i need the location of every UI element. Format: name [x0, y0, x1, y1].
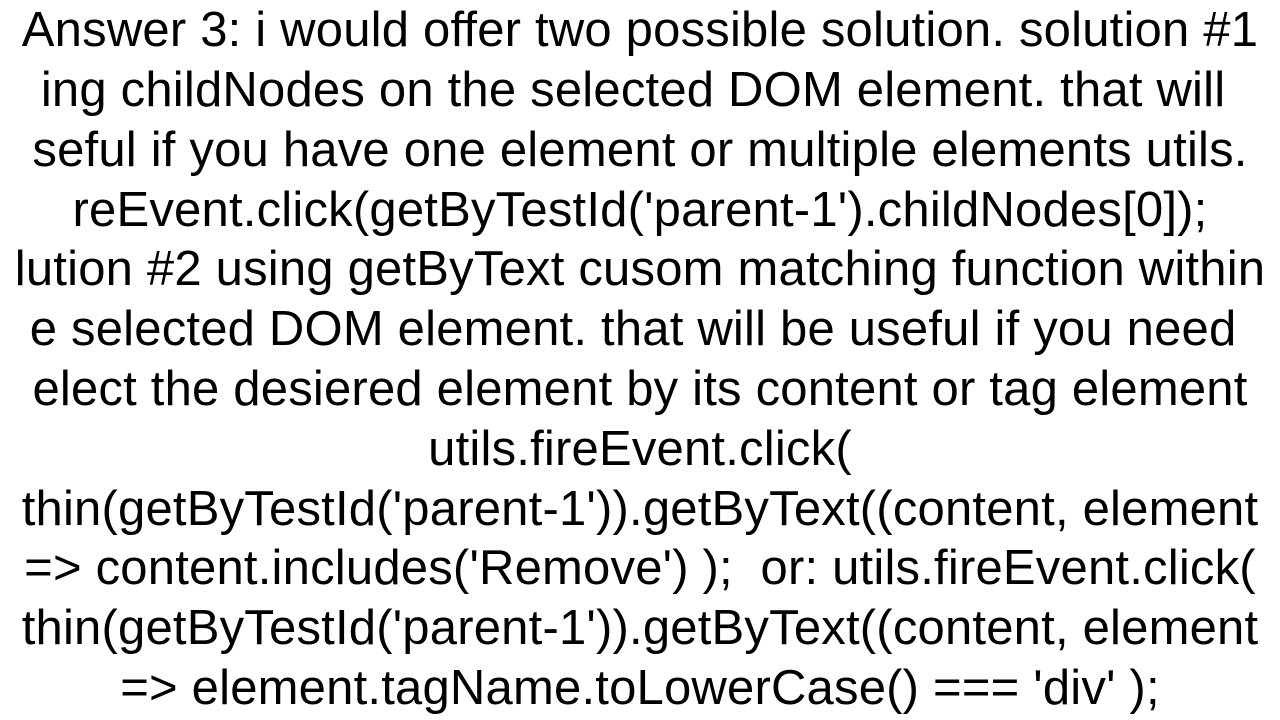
answer-line: reEvent.click(getByTestId('parent-1').ch… — [73, 183, 1208, 237]
answer-line: ing childNodes on the selected DOM eleme… — [41, 63, 1239, 117]
answer-line: Answer 3: i would offer two possible sol… — [22, 3, 1258, 57]
answer-line: thin(getByTestId('parent-1')).getByText(… — [22, 482, 1259, 536]
answer-line: seful if you have one element or multipl… — [32, 123, 1247, 177]
answer-text-block: Answer 3: i would offer two possible sol… — [0, 1, 1280, 718]
answer-line: lution #2 using getByText cusom matching… — [15, 242, 1265, 296]
answer-line: => content.includes('Remove') ); or: uti… — [24, 541, 1256, 595]
answer-line: e selected DOM element. that will be use… — [30, 302, 1251, 356]
page: Answer 3: i would offer two possible sol… — [0, 0, 1280, 720]
answer-line: thin(getByTestId('parent-1')).getByText(… — [22, 601, 1259, 655]
answer-line: elect the desiered element by its conten… — [32, 362, 1247, 416]
answer-line: => element.tagName.toLowerCase() === 'di… — [120, 661, 1160, 715]
answer-line: utils.fireEvent.click( — [428, 422, 852, 476]
